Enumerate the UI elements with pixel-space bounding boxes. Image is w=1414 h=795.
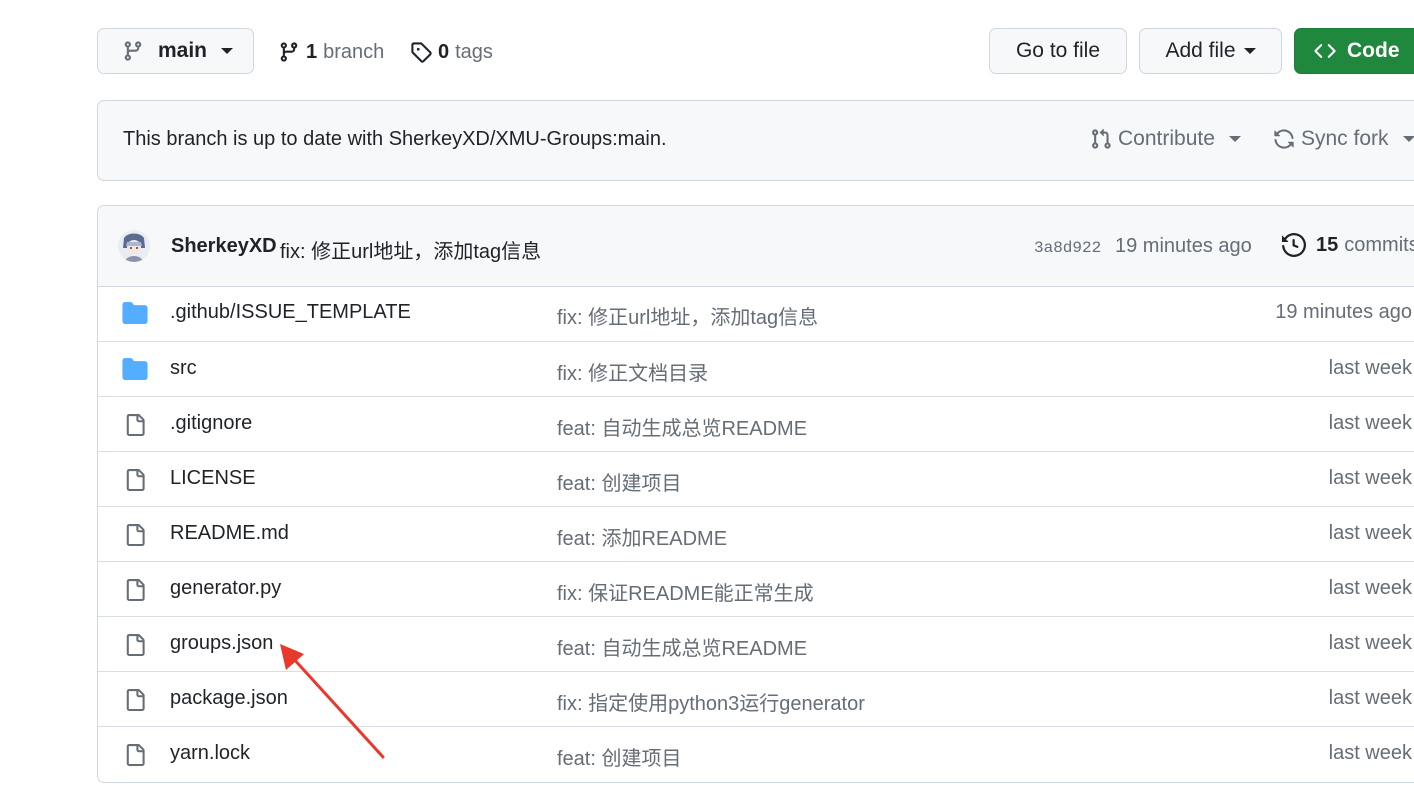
chevron-down-icon <box>1228 136 1241 142</box>
git-branch-icon <box>278 41 300 63</box>
file-row[interactable]: .gitignore feat: 自动生成总览README last week <box>98 396 1414 451</box>
file-icon <box>124 413 146 437</box>
commit-time: 19 minutes ago <box>1115 235 1252 257</box>
commit-sha-link[interactable]: 3a8d922 <box>1034 239 1101 257</box>
add-file-button[interactable]: Add file <box>1139 28 1282 74</box>
history-icon <box>1282 233 1306 257</box>
add-file-label: Add file <box>1165 39 1236 62</box>
file-row[interactable]: groups.json feat: 自动生成总览README last week <box>98 616 1414 671</box>
file-commit-time: 19 minutes ago <box>1275 301 1412 323</box>
tags-label: tags <box>455 40 493 63</box>
chevron-down-icon <box>1243 48 1256 54</box>
file-row[interactable]: src fix: 修正文档目录 last week <box>98 341 1414 396</box>
fork-sync-banner: This branch is up to date with SherkeyXD… <box>97 100 1414 181</box>
file-commit-message-link[interactable]: fix: 保证README能正常生成 <box>557 577 814 606</box>
file-commit-time: last week <box>1328 412 1412 434</box>
folder-icon <box>122 358 148 380</box>
pull-request-icon <box>1090 128 1112 150</box>
file-commit-message-link[interactable]: feat: 自动生成总览README <box>557 412 807 441</box>
sync-status-text: This branch is up to date with SherkeyXD… <box>123 128 667 150</box>
sync-icon <box>1273 128 1295 150</box>
commits-history-link[interactable]: 15 commits <box>1282 233 1414 257</box>
file-commit-time: last week <box>1328 522 1412 544</box>
file-icon <box>124 468 146 492</box>
commit-author-link[interactable]: SherkeyXD <box>171 235 277 258</box>
branch-name: main <box>158 39 208 62</box>
avatar[interactable] <box>118 230 150 262</box>
file-commit-message-link[interactable]: feat: 创建项目 <box>557 742 681 771</box>
file-name-link[interactable]: src <box>170 357 197 380</box>
file-name-link[interactable]: LICENSE <box>170 467 256 490</box>
tags-count: 0 <box>438 40 450 63</box>
file-commit-message-link[interactable]: feat: 创建项目 <box>557 467 681 496</box>
sync-fork-label: Sync fork <box>1301 127 1389 150</box>
file-name-link[interactable]: yarn.lock <box>170 742 250 765</box>
file-icon <box>124 688 146 712</box>
file-row[interactable]: generator.py fix: 保证README能正常生成 last week <box>98 561 1414 616</box>
file-commit-message-link[interactable]: fix: 修正文档目录 <box>557 357 708 386</box>
file-row[interactable]: README.md feat: 添加README last week <box>98 506 1414 561</box>
file-row[interactable]: yarn.lock feat: 创建项目 last week <box>98 726 1414 781</box>
branches-count: 1 <box>306 40 318 63</box>
commits-label: commits <box>1344 233 1414 256</box>
file-commit-time: last week <box>1328 742 1412 764</box>
code-icon <box>1313 40 1337 62</box>
branches-link[interactable]: 1 branch <box>278 37 384 67</box>
branch-selector-button[interactable]: main <box>97 28 254 74</box>
file-icon <box>124 578 146 602</box>
file-commit-message-link[interactable]: feat: 添加README <box>557 522 727 551</box>
file-name-link[interactable]: groups.json <box>170 632 273 655</box>
code-button[interactable]: Code <box>1294 28 1414 74</box>
tags-link[interactable]: 0 tags <box>410 37 493 67</box>
folder-icon <box>122 302 148 324</box>
file-commit-time: last week <box>1328 687 1412 709</box>
commits-count: 15 <box>1316 233 1339 256</box>
contribute-button[interactable]: Contribute <box>1090 127 1241 151</box>
file-icon <box>124 633 146 657</box>
file-name-link[interactable]: generator.py <box>170 577 281 600</box>
chevron-down-icon <box>221 48 234 54</box>
file-icon <box>124 523 146 547</box>
commit-message-link[interactable]: fix: 修正url地址，添加tag信息 <box>280 235 541 264</box>
contribute-label: Contribute <box>1118 127 1215 150</box>
file-commit-time: last week <box>1328 632 1412 654</box>
file-row[interactable]: LICENSE feat: 创建项目 last week <box>98 451 1414 506</box>
go-to-file-button[interactable]: Go to file <box>989 28 1127 74</box>
file-name-link[interactable]: package.json <box>170 687 288 710</box>
file-name-link[interactable]: README.md <box>170 522 289 545</box>
file-list: SherkeyXD fix: 修正url地址，添加tag信息 3a8d922 1… <box>97 205 1414 783</box>
file-commit-message-link[interactable]: feat: 自动生成总览README <box>557 632 807 661</box>
file-name-link[interactable]: .gitignore <box>170 412 252 435</box>
file-commit-message-link[interactable]: fix: 修正url地址，添加tag信息 <box>557 301 818 330</box>
file-row[interactable]: package.json fix: 指定使用python3运行generator l… <box>98 671 1414 726</box>
chevron-down-icon <box>1402 136 1414 142</box>
file-commit-time: last week <box>1328 577 1412 599</box>
file-icon <box>124 743 146 767</box>
latest-commit-bar: SherkeyXD fix: 修正url地址，添加tag信息 3a8d922 1… <box>98 206 1414 287</box>
branches-label: branch <box>323 40 385 63</box>
file-commit-time: last week <box>1328 467 1412 489</box>
tag-icon <box>410 41 432 63</box>
code-label: Code <box>1347 39 1400 62</box>
file-commit-time: last week <box>1328 357 1412 379</box>
file-commit-message-link[interactable]: fix: 指定使用python3运行generator <box>557 687 865 716</box>
go-to-file-label: Go to file <box>1015 39 1101 62</box>
file-row[interactable]: .github/ISSUE_TEMPLATE fix: 修正url地址，添加tag… <box>98 286 1414 341</box>
git-branch-icon <box>122 40 144 62</box>
file-name-link[interactable]: .github/ISSUE_TEMPLATE <box>170 301 411 324</box>
sync-fork-button[interactable]: Sync fork <box>1273 127 1414 151</box>
